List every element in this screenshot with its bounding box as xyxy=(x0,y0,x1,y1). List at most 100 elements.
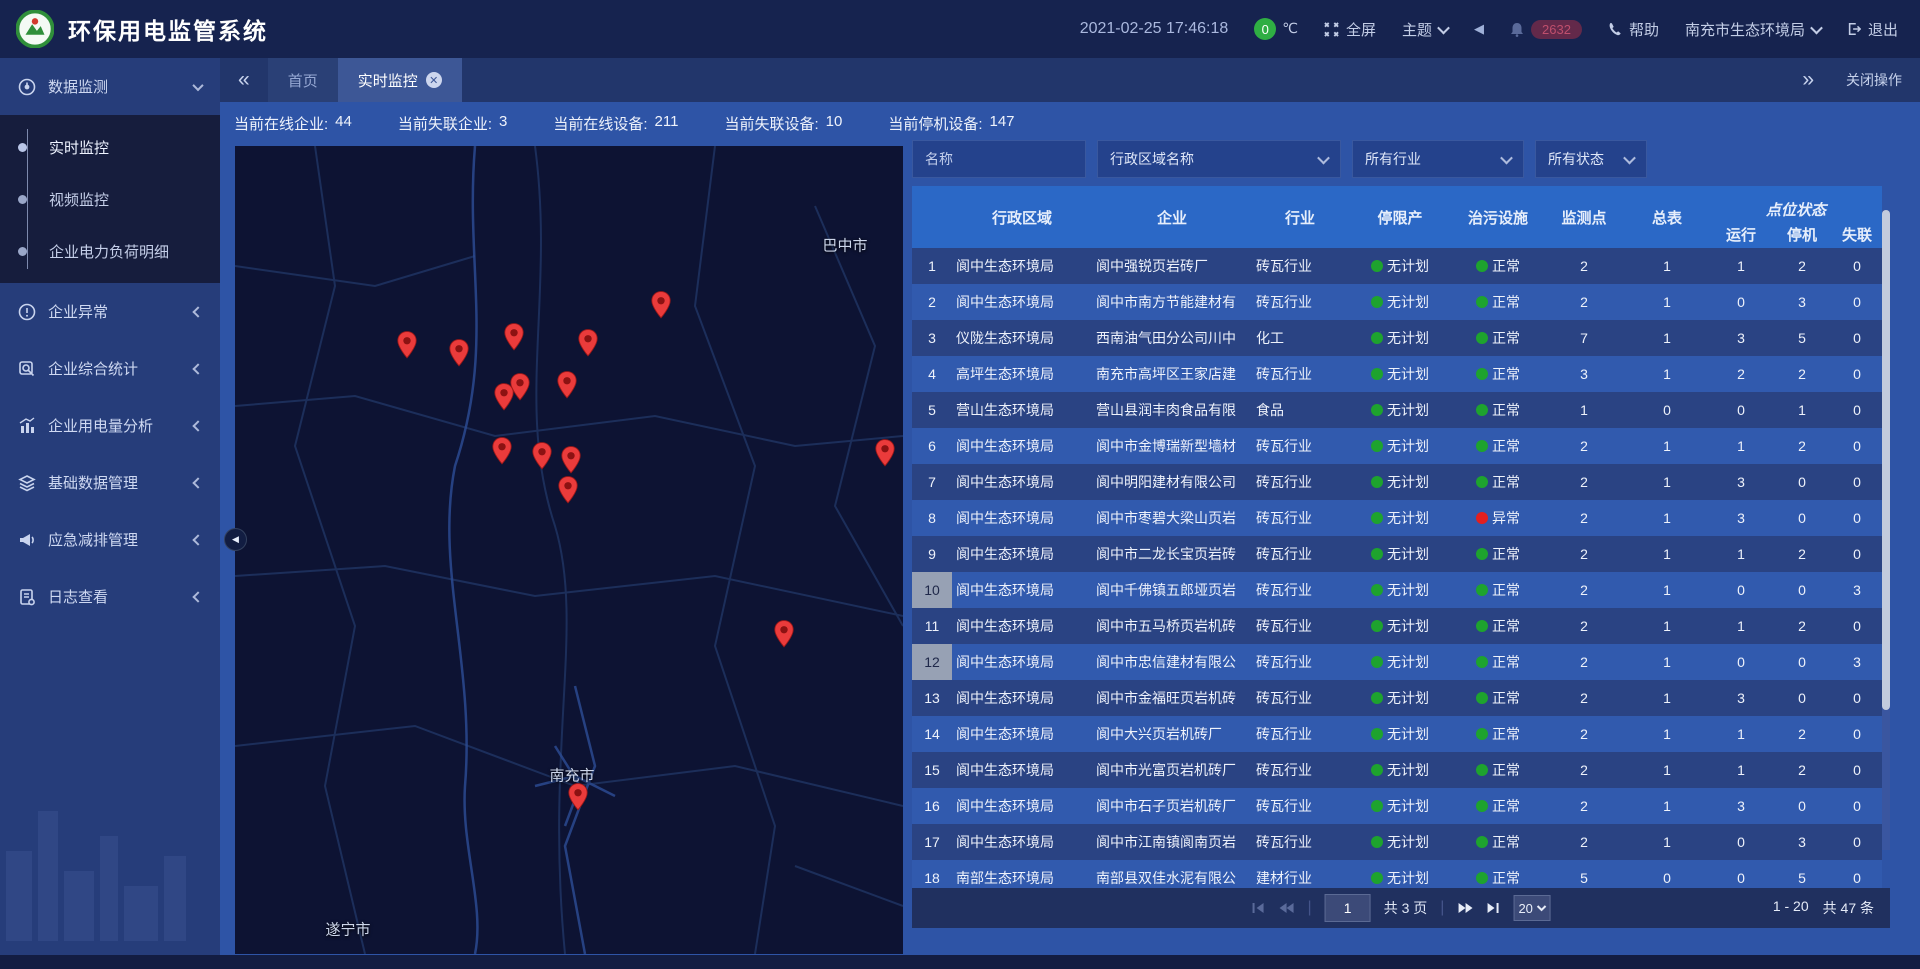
map-pin-icon[interactable] xyxy=(449,339,470,367)
cell-lost: 0 xyxy=(1832,834,1882,850)
map-pin-icon[interactable] xyxy=(492,437,513,465)
sidebar-item-company-statistics[interactable]: 企业综合统计 xyxy=(0,340,220,397)
sound-toggle[interactable]: ◀ xyxy=(1474,21,1484,37)
cell-facility-status: 正常 xyxy=(1452,544,1544,564)
status-select[interactable]: 所有状态 xyxy=(1535,140,1647,178)
map-pin-icon[interactable] xyxy=(504,323,525,351)
map-pin-icon[interactable] xyxy=(578,329,599,357)
map-pin-icon[interactable] xyxy=(561,446,582,474)
help-button[interactable]: 帮助 xyxy=(1608,19,1659,40)
table-row[interactable]: 11 阆中生态环境局 阆中市五马桥页岩机砖 砖瓦行业 无计划 正常 2 1 1 xyxy=(912,608,1882,644)
last-page-button[interactable] xyxy=(1486,902,1500,914)
sidebar-item-base-data-management[interactable]: 基础数据管理 xyxy=(0,454,220,511)
cell-industry: 砖瓦行业 xyxy=(1252,364,1348,384)
map-pin-icon[interactable] xyxy=(568,783,589,811)
close-operations-button[interactable]: 关闭操作 xyxy=(1846,70,1902,90)
notifications[interactable]: 2632 xyxy=(1510,20,1582,39)
sidebar-item-company-abnormal[interactable]: 企业异常 xyxy=(0,283,220,340)
table-row[interactable]: 7 阆中生态环境局 阆中明阳建材有限公司 砖瓦行业 无计划 正常 2 1 3 xyxy=(912,464,1882,500)
map-panel[interactable]: 巴中市南充市遂宁市 xyxy=(235,146,903,954)
page-number-input[interactable] xyxy=(1325,894,1371,922)
org-user-dropdown[interactable]: 南充市生态环境局 xyxy=(1685,19,1821,40)
table-row[interactable]: 13 阆中生态环境局 阆中市金福旺页岩机砖 砖瓦行业 无计划 正常 2 1 3 xyxy=(912,680,1882,716)
table-row[interactable]: 12 阆中生态环境局 阆中市忠信建材有限公 砖瓦行业 无计划 正常 2 1 0 xyxy=(912,644,1882,680)
tabs-scroll-left-icon[interactable]: « xyxy=(220,58,268,102)
table-row[interactable]: 9 阆中生态环境局 阆中市二龙长宝页岩砖 砖瓦行业 无计划 正常 2 1 1 xyxy=(912,536,1882,572)
table-row[interactable]: 15 阆中生态环境局 阆中市光富页岩机砖厂 砖瓦行业 无计划 正常 2 1 1 xyxy=(912,752,1882,788)
cell-points: 2 xyxy=(1544,438,1624,454)
cell-limit-status: 无计划 xyxy=(1348,472,1452,492)
map-pin-icon[interactable] xyxy=(651,291,672,319)
col-company: 企业 xyxy=(1157,207,1187,228)
table-row[interactable]: 5 营山生态环境局 营山县润丰肉食品有限 食品 无计划 正常 1 0 0 xyxy=(912,392,1882,428)
table-row[interactable]: 10 阆中生态环境局 阆中千佛镇五郎垭页岩 砖瓦行业 无计划 正常 2 1 0 xyxy=(912,572,1882,608)
page-size-select[interactable]: 20 xyxy=(1513,895,1550,921)
cell-company: 阆中千佛镇五郎垭页岩 xyxy=(1092,580,1252,600)
temperature-indicator: 0 ℃ xyxy=(1254,18,1298,40)
cell-run: 3 xyxy=(1710,330,1772,346)
sidebar-item-power-load-detail[interactable]: 企业电力负荷明细 xyxy=(0,225,220,277)
cell-limit-status: 无计划 xyxy=(1348,400,1452,420)
col-region: 行政区域 xyxy=(992,207,1052,228)
table-row[interactable]: 6 阆中生态环境局 阆中市金博瑞新型墙材 砖瓦行业 无计划 正常 2 1 1 xyxy=(912,428,1882,464)
cell-lost: 0 xyxy=(1832,402,1882,418)
map-pin-icon[interactable] xyxy=(397,331,418,359)
stat-item: 当前停机设备: 147 xyxy=(888,113,1014,134)
sidebar-item-data-monitoring[interactable]: 数据监测 xyxy=(0,58,220,115)
table-row[interactable]: 17 阆中生态环境局 阆中市江南镇阆南页岩 砖瓦行业 无计划 正常 2 1 0 xyxy=(912,824,1882,860)
chevron-left-icon xyxy=(192,477,203,488)
table-row[interactable]: 4 高坪生态环境局 南充市高坪区王家店建 砖瓦行业 无计划 正常 3 1 2 xyxy=(912,356,1882,392)
chevron-left-icon xyxy=(192,306,203,317)
sidebar-item-label: 企业综合统计 xyxy=(48,358,182,379)
map-pin-icon[interactable] xyxy=(774,620,795,648)
scrollbar-thumb[interactable] xyxy=(1882,210,1890,710)
table-row[interactable]: 3 仪陇生态环境局 西南油气田分公司川中 化工 无计划 正常 7 1 3 xyxy=(912,320,1882,356)
panel-collapse-toggle[interactable]: ◀ xyxy=(224,528,247,551)
col-lost: 失联 xyxy=(1842,224,1872,245)
prev-page-button[interactable] xyxy=(1279,902,1295,914)
fullscreen-button[interactable]: 全屏 xyxy=(1324,19,1376,40)
cell-points: 1 xyxy=(1544,402,1624,418)
table-scrollbar[interactable] xyxy=(1882,210,1890,850)
tab-home[interactable]: 首页 xyxy=(268,58,338,102)
table-row[interactable]: 2 阆中生态环境局 阆中市南方节能建材有 砖瓦行业 无计划 正常 2 1 0 xyxy=(912,284,1882,320)
cell-facility-status: 正常 xyxy=(1452,832,1544,852)
cell-industry: 化工 xyxy=(1252,328,1348,348)
industry-select[interactable]: 所有行业 xyxy=(1352,140,1524,178)
region-select[interactable]: 行政区域名称 xyxy=(1097,140,1341,178)
map-pin-icon[interactable] xyxy=(558,476,579,504)
table-body: 1 阆中生态环境局 阆中强锐页岩砖厂 砖瓦行业 无计划 正常 2 1 1 xyxy=(912,248,1882,888)
sidebar-item-emergency-reduction[interactable]: 应急减排管理 xyxy=(0,511,220,568)
tab-label: 实时监控 xyxy=(358,70,418,91)
logout-button[interactable]: 退出 xyxy=(1847,19,1898,40)
sidebar-item-video-monitoring[interactable]: 视频监控 xyxy=(0,173,220,225)
cell-total: 1 xyxy=(1624,834,1710,850)
sidebar-item-log-viewer[interactable]: 日志查看 xyxy=(0,568,220,625)
app-logo-icon xyxy=(16,10,54,48)
tab-close-icon[interactable]: ✕ xyxy=(426,72,442,88)
theme-dropdown[interactable]: 主题 xyxy=(1402,19,1448,40)
next-page-button[interactable] xyxy=(1457,902,1473,914)
map-pin-icon[interactable] xyxy=(875,439,896,467)
cell-region: 阆中生态环境局 xyxy=(952,580,1092,600)
map-pin-icon[interactable] xyxy=(510,373,531,401)
tabs-scroll-right-icon[interactable]: » xyxy=(1784,58,1832,102)
tab-realtime-monitoring[interactable]: 实时监控 ✕ xyxy=(338,58,462,102)
table-row[interactable]: 1 阆中生态环境局 阆中强锐页岩砖厂 砖瓦行业 无计划 正常 2 1 1 xyxy=(912,248,1882,284)
table-row[interactable]: 16 阆中生态环境局 阆中市石子页岩机砖厂 砖瓦行业 无计划 正常 2 1 3 xyxy=(912,788,1882,824)
cell-industry: 砖瓦行业 xyxy=(1252,724,1348,744)
name-search-input[interactable] xyxy=(912,140,1086,178)
map-pin-icon[interactable] xyxy=(532,442,553,470)
map-pin-icon[interactable] xyxy=(557,371,578,399)
map-canvas[interactable]: 巴中市南充市遂宁市 xyxy=(235,146,903,954)
cell-company: 阆中市石子页岩机砖厂 xyxy=(1092,796,1252,816)
cell-limit-status: 无计划 xyxy=(1348,292,1452,312)
table-row[interactable]: 14 阆中生态环境局 阆中大兴页岩机砖厂 砖瓦行业 无计划 正常 2 1 1 xyxy=(912,716,1882,752)
first-page-button[interactable] xyxy=(1252,902,1266,914)
table-row[interactable]: 8 阆中生态环境局 阆中市枣碧大梁山页岩 砖瓦行业 无计划 异常 2 1 3 xyxy=(912,500,1882,536)
sidebar-item-power-usage-analysis[interactable]: 企业用电量分析 xyxy=(0,397,220,454)
table-row[interactable]: 18 南部生态环境局 南部县双佳水泥有限公 建材行业 无计划 正常 5 0 0 xyxy=(912,860,1882,888)
table-panel: 行政区域名称 所有行业 所有状态 行政区域 企业 行业 停限产 治污设施 监测点… xyxy=(912,140,1890,928)
cell-total: 1 xyxy=(1624,582,1710,598)
sidebar-item-realtime-monitoring[interactable]: 实时监控 xyxy=(0,121,220,173)
